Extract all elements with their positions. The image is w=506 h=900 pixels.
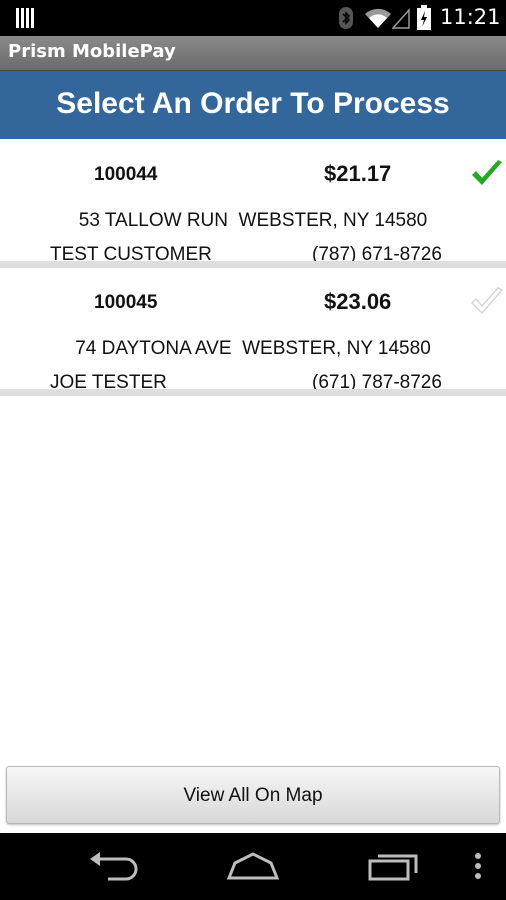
order-card[interactable]: 100044 $21.17 53 TALLOW RUN WEBSTER, NY …	[0, 140, 506, 268]
order-amount: $21.17	[324, 161, 392, 186]
order-divider	[0, 261, 506, 268]
order-address: 74 DAYTONA AVE WEBSTER, NY 14580	[75, 338, 431, 359]
checkmark-icon[interactable]	[470, 286, 504, 316]
checkmark-icon[interactable]	[470, 158, 504, 188]
back-icon[interactable]	[88, 851, 138, 881]
screen: 11:21 Prism MobilePay Select An Order To…	[0, 0, 506, 900]
wifi-icon	[365, 8, 391, 28]
app-title: Prism MobilePay	[8, 41, 176, 62]
overflow-menu-icon[interactable]	[472, 851, 484, 881]
status-bar: 11:21	[0, 0, 506, 36]
battery-charging-icon	[417, 5, 431, 30]
order-divider	[0, 389, 506, 396]
order-card[interactable]: 100045 $23.06 74 DAYTONA AVE WEBSTER, NY…	[0, 268, 506, 396]
notification-icon	[16, 8, 34, 28]
page-title: Select An Order To Process	[56, 87, 450, 120]
order-list: 100044 $21.17 53 TALLOW RUN WEBSTER, NY …	[0, 140, 506, 396]
view-all-on-map-button[interactable]: View All On Map	[6, 766, 500, 824]
status-clock: 11:21	[440, 5, 501, 29]
order-id: 100044	[94, 164, 158, 185]
order-amount: $23.06	[324, 289, 392, 314]
bluetooth-icon	[339, 7, 353, 29]
page-header: Select An Order To Process	[0, 71, 506, 139]
navigation-bar	[0, 833, 506, 900]
order-address: 53 TALLOW RUN WEBSTER, NY 14580	[78, 210, 428, 231]
cell-signal-icon	[392, 8, 410, 29]
home-icon[interactable]	[226, 851, 280, 881]
recent-apps-icon[interactable]	[368, 851, 420, 881]
action-bar: Prism MobilePay	[0, 36, 506, 71]
order-id: 100045	[94, 292, 158, 313]
